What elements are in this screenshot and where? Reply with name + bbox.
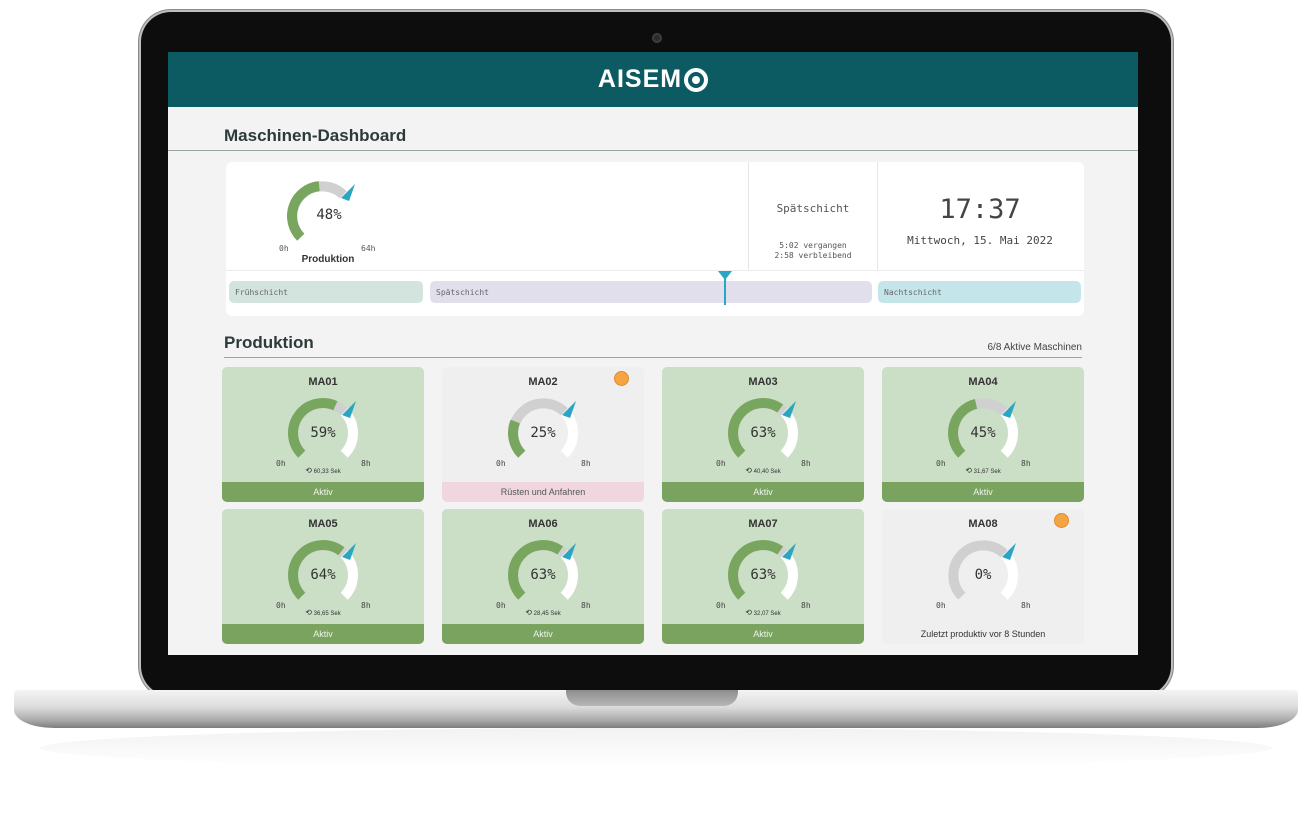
- cycle-time: ⟲ 60,33 Sek: [222, 466, 424, 475]
- machine-card[interactable]: MA07 63% 0h 8h ⟲ 32,07 Sek Aktiv: [662, 509, 864, 644]
- cycle-time: ⟲ 31,67 Sek: [882, 466, 1084, 475]
- current-shift-panel: Spätschicht 5:02 vergangen 2:58 verbleib…: [748, 162, 878, 270]
- divider: [224, 357, 1082, 358]
- laptop-notch: [566, 690, 738, 706]
- gauge-min-label: 0h: [279, 244, 289, 253]
- cycle-time-value: 40,40 Sek: [753, 469, 781, 475]
- gauge-value: 48%: [316, 207, 342, 223]
- dashboard-screen: AISEM Maschinen-Dashboard 48% 0h 64h Pro…: [168, 52, 1138, 655]
- timer-icon: ⟲: [745, 608, 752, 617]
- cycle-time: ⟲ 32,07 Sek: [662, 608, 864, 617]
- shift-remaining: 2:58 verbleibend: [774, 251, 852, 260]
- cycle-time-value: 28,45 Sek: [533, 611, 561, 617]
- cycle-time-value: 31,67 Sek: [973, 469, 1001, 475]
- alert-dot-icon: [615, 372, 628, 385]
- gauge-max-label: 8h: [1021, 601, 1031, 610]
- active-machines-count: 6/8 Aktive Maschinen: [987, 342, 1083, 353]
- machine-status: Aktiv: [662, 624, 864, 644]
- cycle-time: ⟲ 40,40 Sek: [662, 466, 864, 475]
- cycle-time-value: 36,65 Sek: [313, 611, 341, 617]
- alert-dot-icon: [1055, 514, 1068, 527]
- gauge-max-label: 8h: [581, 459, 591, 468]
- clock-date: Mittwoch, 15. Mai 2022: [907, 234, 1053, 247]
- shift-bar-late[interactable]: Spätschicht: [430, 281, 872, 303]
- shift-elapsed: 5:02 vergangen: [779, 241, 847, 250]
- clock-panel: 17:37 Mittwoch, 15. Mai 2022: [876, 162, 1084, 270]
- timer-icon: ⟲: [525, 608, 532, 617]
- machine-name: MA06: [528, 518, 558, 530]
- machine-percent: 63%: [530, 567, 556, 583]
- machine-card[interactable]: MA02 25% 0h 8h Rüsten und Anfahren: [442, 367, 644, 502]
- shift-name: Spätschicht: [776, 202, 850, 215]
- machine-card[interactable]: MA03 63% 0h 8h ⟲ 40,40 Sek Aktiv: [662, 367, 864, 502]
- machine-card[interactable]: MA08 0% 0h 8h Zuletzt produktiv vor 8 St…: [882, 509, 1084, 644]
- top-bar: AISEM: [168, 52, 1138, 107]
- logo-o-icon: [684, 67, 709, 92]
- machine-status: Aktiv: [882, 482, 1084, 502]
- machine-percent: 63%: [750, 425, 776, 441]
- machine-status: Aktiv: [442, 624, 644, 644]
- logo-text: AISEM: [597, 65, 683, 93]
- machine-percent: 63%: [750, 567, 776, 583]
- machine-status: Aktiv: [662, 482, 864, 502]
- machine-name: MA07: [748, 518, 778, 530]
- timer-icon: ⟲: [305, 466, 312, 475]
- camera-icon: [652, 33, 662, 43]
- clock-time: 17:37: [939, 194, 1021, 225]
- machine-percent: 0%: [974, 567, 992, 583]
- section-title: Produktion: [224, 333, 314, 352]
- machine-name: MA02: [528, 376, 558, 388]
- current-time-marker-icon: [718, 271, 732, 305]
- machine-percent: 59%: [310, 425, 336, 441]
- machine-name: MA01: [308, 376, 338, 388]
- page-title: Maschinen-Dashboard: [224, 126, 407, 145]
- timer-icon: ⟲: [965, 466, 972, 475]
- gauge-min-label: 0h: [496, 459, 506, 468]
- machine-name: MA05: [308, 518, 338, 530]
- machine-card[interactable]: MA01 59% 0h 8h ⟲ 60,33 Sek Aktiv: [222, 367, 424, 502]
- shift-overview-card: 48% 0h 64h Produktion Spätschicht 5:02 v…: [226, 162, 1084, 316]
- shift-bar-early[interactable]: Frühschicht: [229, 281, 423, 303]
- machine-card[interactable]: MA05 64% 0h 8h ⟲ 36,65 Sek Aktiv: [222, 509, 424, 644]
- machine-name: MA08: [968, 518, 998, 530]
- timer-icon: ⟲: [745, 466, 752, 475]
- machine-card[interactable]: MA06 63% 0h 8h ⟲ 28,45 Sek Aktiv: [442, 509, 644, 644]
- cycle-time-value: 60,33 Sek: [313, 469, 341, 475]
- gauge-caption: Produktion: [301, 254, 355, 265]
- machine-card[interactable]: MA04 45% 0h 8h ⟲ 31,67 Sek Aktiv: [882, 367, 1084, 502]
- divider: [226, 270, 1084, 271]
- machine-percent: 25%: [530, 425, 556, 441]
- machine-status: Rüsten und Anfahren: [442, 482, 644, 502]
- cycle-time-value: 32,07 Sek: [753, 611, 781, 617]
- cycle-time: ⟲ 36,65 Sek: [222, 608, 424, 617]
- machine-status: Aktiv: [222, 624, 424, 644]
- machine-status: Zuletzt produktiv vor 8 Stunden: [920, 629, 1046, 639]
- shift-bar-night[interactable]: Nachtschicht: [878, 281, 1081, 303]
- cycle-time: ⟲ 28,45 Sek: [442, 608, 644, 617]
- timer-icon: ⟲: [305, 608, 312, 617]
- aisemo-logo[interactable]: AISEM: [597, 65, 709, 94]
- divider: [168, 150, 1138, 151]
- machine-percent: 45%: [970, 425, 996, 441]
- machine-status: Aktiv: [222, 482, 424, 502]
- machine-name: MA03: [748, 376, 778, 388]
- gauge-max-label: 64h: [361, 244, 376, 253]
- laptop-shadow: [40, 728, 1272, 768]
- machine-name: MA04: [968, 376, 998, 388]
- machine-percent: 64%: [310, 567, 336, 583]
- gauge-min-label: 0h: [936, 601, 946, 610]
